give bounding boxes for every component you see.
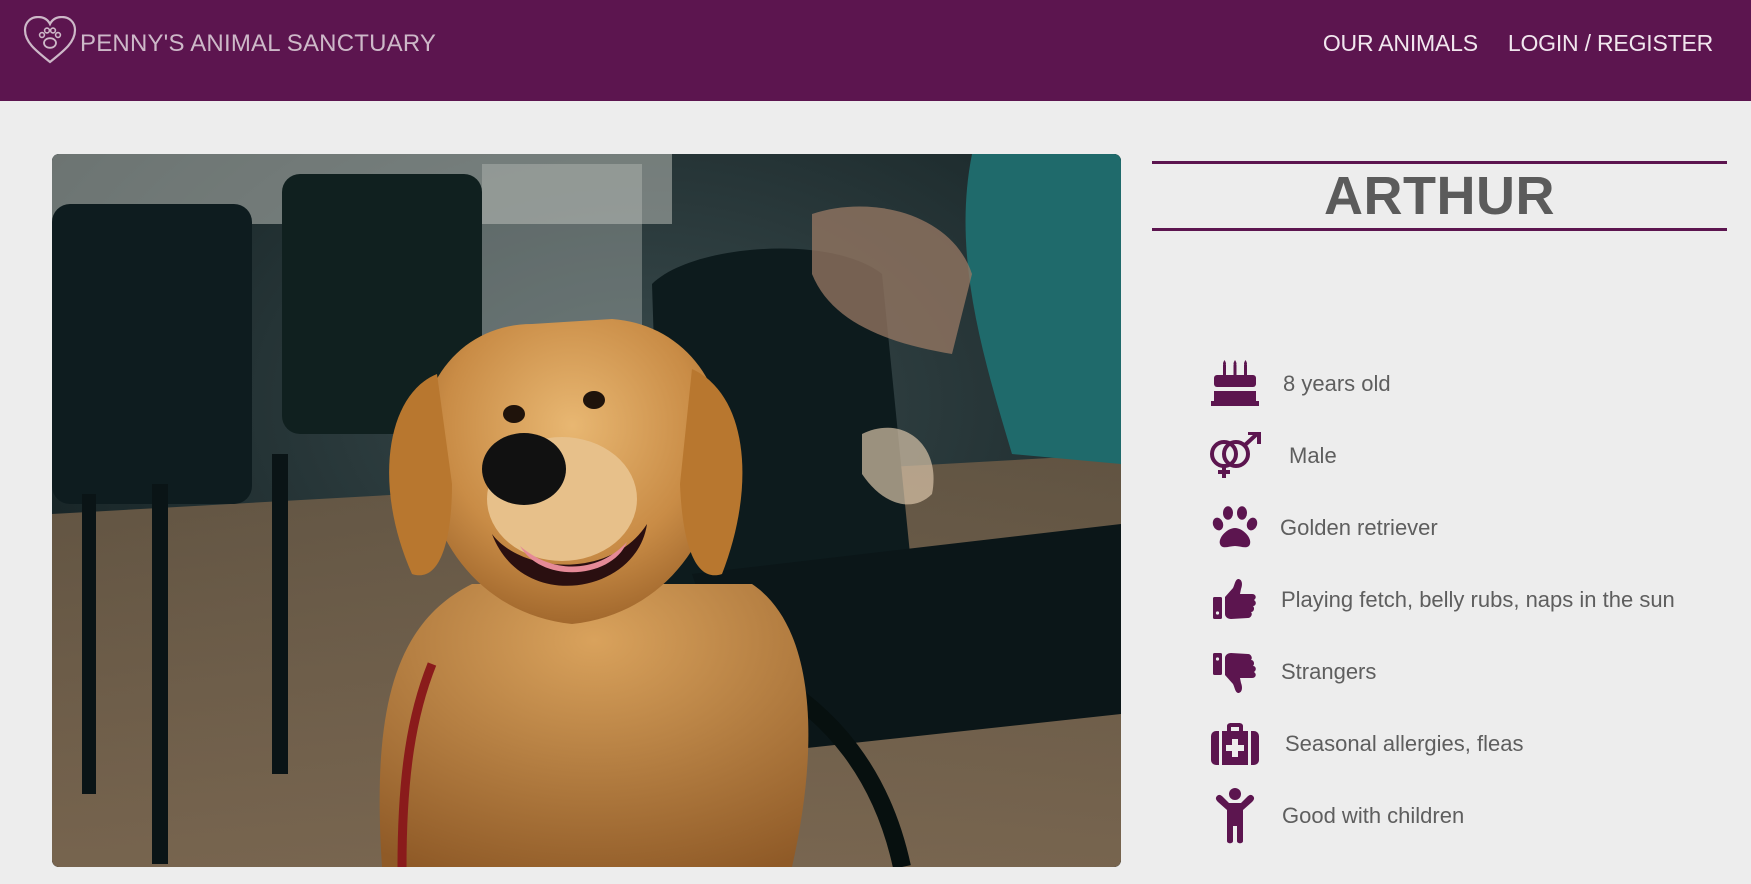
fact-age: 8 years old [1207, 356, 1727, 412]
nav-login-register[interactable]: LOGIN / REGISTER [1508, 30, 1713, 57]
fact-age-text: 8 years old [1283, 371, 1391, 396]
golden-retriever-photo [52, 154, 1121, 867]
fact-breed: Golden retriever [1207, 500, 1727, 556]
fact-breed-text: Golden retriever [1280, 515, 1438, 540]
fact-children-text: Good with children [1282, 803, 1465, 828]
fact-medical-text: Seasonal allergies, fleas [1285, 731, 1524, 756]
fact-gender: Male [1207, 428, 1727, 484]
fact-dislikes: Strangers [1207, 644, 1727, 700]
fact-children: Good with children [1207, 788, 1727, 844]
medical-kit-icon [1207, 716, 1263, 772]
fact-gender-text: Male [1289, 443, 1337, 468]
animal-photo [52, 154, 1121, 867]
gender-symbols-icon [1207, 428, 1263, 484]
fact-medical: Seasonal allergies, fleas [1207, 716, 1727, 772]
fact-likes-text: Playing fetch, belly rubs, naps in the s… [1281, 587, 1675, 612]
child-icon [1207, 788, 1263, 844]
heart-paw-icon [23, 16, 77, 64]
brand-name: PENNY'S ANIMAL SANCTUARY [80, 30, 437, 57]
thumbs-down-icon [1207, 644, 1263, 700]
brand-link[interactable]: PENNY'S ANIMAL SANCTUARY [23, 16, 436, 66]
fact-dislikes-text: Strangers [1281, 659, 1377, 684]
thumbs-up-icon [1207, 572, 1263, 628]
main-nav: OUR ANIMALS LOGIN / REGISTER [1323, 30, 1713, 57]
navbar: PENNY'S ANIMAL SANCTUARY OUR ANIMALS LOG… [0, 0, 1751, 101]
nav-our-animals[interactable]: OUR ANIMALS [1323, 30, 1478, 57]
paw-icon [1207, 500, 1263, 556]
fact-likes: Playing fetch, belly rubs, naps in the s… [1207, 572, 1727, 628]
birthday-cake-icon [1207, 356, 1263, 412]
animal-name: ARTHUR [1324, 166, 1555, 226]
animal-name-box: ARTHUR [1152, 161, 1727, 231]
